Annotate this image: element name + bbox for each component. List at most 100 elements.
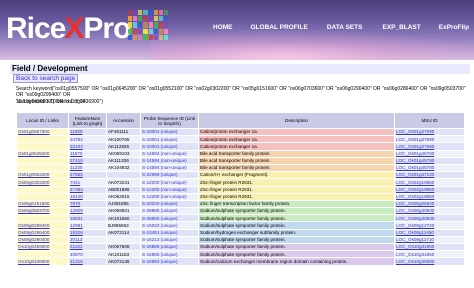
msu-link[interactable]: LOC_Os02g19850 — [394, 178, 465, 187]
locus-link — [16, 135, 69, 144]
logo-grid-cell — [163, 34, 168, 40]
accession-cell: AK112826 — [106, 142, 141, 151]
probe-link[interactable]: S-28885 (unique) — [140, 207, 199, 216]
logo-grid-cell — [138, 28, 143, 34]
probe-link[interactable]: S-12200 (non-unique) — [140, 178, 199, 187]
msu-link[interactable]: LOC_Os01g37690 — [394, 142, 465, 151]
header-glow — [150, 30, 474, 60]
feature-link[interactable]: 7441 — [68, 178, 107, 187]
msu-link[interactable]: LOC_Os01g45780 — [394, 163, 465, 173]
accession-cell: AB001886 — [106, 185, 141, 194]
probe-link[interactable]: S-28885 (unique) — [140, 214, 199, 223]
locus-link[interactable]: Os01g0552200 — [16, 171, 69, 180]
feature-link[interactable]: 32103 — [68, 142, 107, 151]
msu-link[interactable]: LOC_Os10g31850 — [394, 250, 465, 259]
msu-link[interactable]: LOC_Os10g30080 — [394, 257, 465, 266]
feature-link[interactable]: 18031 — [68, 214, 107, 223]
msu-link[interactable]: LOC_Os02g19850 — [394, 192, 465, 201]
probe-link[interactable]: S-12200 (non-unique) — [140, 192, 199, 201]
logo-grid-cell — [133, 28, 138, 34]
back-to-search-link[interactable]: Back to search page — [13, 74, 79, 83]
feature-link[interactable]: 21315 — [68, 257, 107, 266]
ricexpro-logo[interactable]: Rice X Pro — [6, 10, 131, 44]
feature-link[interactable]: 27410 — [68, 156, 107, 165]
feature-link[interactable]: 11670 — [68, 149, 107, 158]
accession-cell: AK101660 — [106, 214, 141, 223]
msu-link[interactable]: LOC_Os09g11450 — [394, 228, 465, 237]
feature-link[interactable]: 11060 — [68, 127, 107, 137]
logo-grid-cell — [158, 28, 163, 34]
msu-link[interactable]: LOC_Os01g45780 — [394, 149, 465, 158]
msu-link[interactable]: LOC_Os01g37130 — [394, 171, 465, 180]
logo-grid-cell — [158, 22, 163, 28]
msu-link[interactable]: LOC_Os01g37690 — [394, 127, 465, 137]
probe-link[interactable]: S-13451 (unique) — [140, 228, 199, 237]
locus-link[interactable]: Os02g0302200 — [16, 178, 69, 187]
probe-link[interactable]: S-10001 (unique) — [140, 127, 199, 137]
accession-cell: AK111336 — [106, 156, 141, 165]
probe-link[interactable]: S-22958 (unique) — [140, 171, 199, 180]
probe-link[interactable]: S-16885 (unique) — [140, 250, 199, 259]
locus-link[interactable]: Os09g0299400 — [16, 221, 69, 230]
feature-link[interactable]: 24782 — [68, 135, 107, 144]
msu-link[interactable]: LOC_Os06g30830 — [394, 207, 465, 216]
feature-link[interactable]: 19120 — [68, 192, 107, 201]
locus-link[interactable]: Os01g0557500 — [16, 127, 69, 137]
msu-link[interactable]: LOC_Os10g31850 — [394, 242, 465, 252]
probe-link[interactable]: S-12200 (non-unique) — [140, 185, 199, 194]
nav-home[interactable]: HOME — [213, 24, 233, 31]
accession-cell: AK101153 — [106, 250, 141, 259]
feature-link[interactable]: 20113 — [68, 235, 107, 245]
probe-link[interactable]: S-14594 (non-unique) — [140, 156, 199, 165]
probe-link[interactable]: S-10220 (unique) — [140, 199, 199, 209]
feature-link[interactable]: 7670 — [68, 199, 107, 209]
feature-link[interactable]: 40870 — [68, 250, 107, 259]
probe-link[interactable]: S-14594 (non-unique) — [140, 149, 199, 158]
msu-link[interactable]: LOC_Os05g05840 — [394, 199, 465, 209]
msu-link[interactable]: LOC_Os01g37690 — [394, 135, 465, 144]
msu-link[interactable]: LOC_Os09g11710 — [394, 235, 465, 245]
logo-grid-cell — [143, 10, 148, 16]
logo-grid-cell — [163, 22, 168, 28]
description-cell: Cation/proton exchanger 1a. — [198, 135, 395, 144]
table-row: Os01g0645200 11670 AK069103 S-14594 (non-un… — [16, 149, 465, 158]
probe-link[interactable]: S-10001 (unique) — [140, 135, 199, 144]
nav-global-profile[interactable]: GLOBAL PROFILE — [251, 24, 308, 31]
accession-cell: AK072136 — [106, 257, 141, 266]
feature-link[interactable]: 19326 — [68, 228, 107, 237]
feature-link[interactable]: 27384 — [68, 185, 107, 194]
nav-exproflip[interactable]: ExProFlip — [439, 24, 469, 31]
feature-link[interactable]: 21161 — [68, 242, 107, 252]
logo-grid-cell — [153, 28, 158, 34]
feature-link[interactable]: 12981 — [68, 221, 107, 230]
locus-link[interactable]: Os10g0436900 — [16, 257, 69, 266]
probe-link[interactable]: S-16993 (unique) — [140, 257, 199, 266]
feature-link[interactable]: 27855 — [68, 171, 107, 180]
probe-link[interactable]: S-14594 (non-unique) — [140, 163, 199, 173]
logo-grid-cell — [143, 34, 148, 40]
table-row: 11330 AK104932 S-14594 (non-unique) Bile ac… — [16, 163, 465, 173]
msu-link[interactable]: LOC_Os01g45780 — [394, 156, 465, 165]
nav-data-sets[interactable]: DATA SETS — [327, 24, 363, 31]
locus-link[interactable]: Os01g0645200 — [16, 149, 69, 158]
msu-link[interactable]: LOC_Os02g19850 — [394, 185, 465, 194]
feature-link[interactable]: 11330 — [68, 163, 107, 173]
logo-microarray-grid-icon — [128, 10, 168, 40]
locus-link[interactable]: Os09g0286400 — [16, 228, 69, 237]
col-header-feature: FeatureNum (Link to graph) — [68, 112, 107, 129]
msu-link[interactable]: LOC_Os06g30830 — [394, 214, 465, 223]
locus-link[interactable]: Os09g0290400 — [16, 235, 69, 245]
probe-link[interactable]: S-10001 (unique) — [140, 142, 199, 151]
feature-link[interactable]: 12929 — [68, 207, 107, 216]
msu-link[interactable]: LOC_Os09g12720 — [394, 221, 465, 230]
logo-grid-cell — [143, 16, 148, 22]
table-row: Os02g0302200 7441 AK072231 S-12200 (non-uni… — [16, 178, 465, 187]
nav-exp-blast[interactable]: EXP_BLAST — [382, 24, 420, 31]
locus-link[interactable]: Os05g0151600 — [16, 199, 69, 209]
accession-cell: AK069103 — [106, 149, 141, 158]
probe-link[interactable]: S-16213 (unique) — [140, 235, 199, 245]
locus-link[interactable]: Os10g0456900 — [16, 242, 69, 252]
locus-link[interactable]: Os06g0503700 — [16, 207, 69, 216]
probe-link[interactable]: S-16885 (unique) — [140, 242, 199, 252]
probe-link[interactable]: S-16033 (unique) — [140, 221, 199, 230]
